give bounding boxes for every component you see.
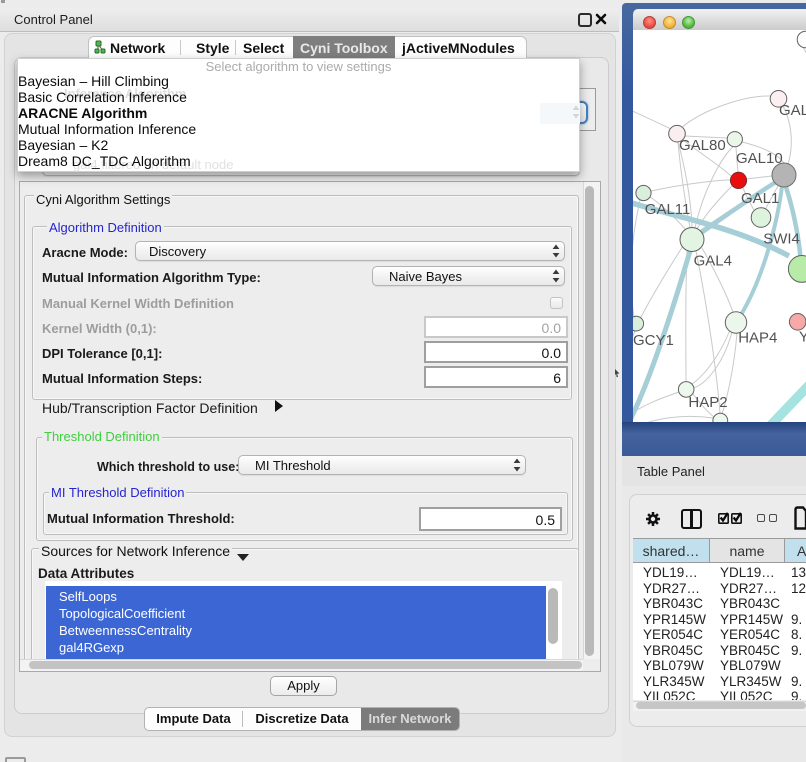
svg-text:HAP4: HAP4 (738, 330, 777, 347)
svg-text:GAL11: GAL11 (645, 201, 691, 218)
svg-text:HAP2: HAP2 (688, 394, 727, 411)
svg-text:GCY1: GCY1 (633, 332, 674, 349)
svg-text:GAL80: GAL80 (679, 137, 726, 154)
svg-text:GAL10: GAL10 (736, 150, 783, 167)
svg-text:GAL1: GAL1 (741, 190, 779, 207)
svg-text:GAL4: GAL4 (694, 253, 732, 270)
svg-text:GAL7: GAL7 (779, 102, 806, 119)
svg-text:Y: Y (799, 328, 806, 345)
svg-text:SWI4: SWI4 (763, 231, 800, 248)
